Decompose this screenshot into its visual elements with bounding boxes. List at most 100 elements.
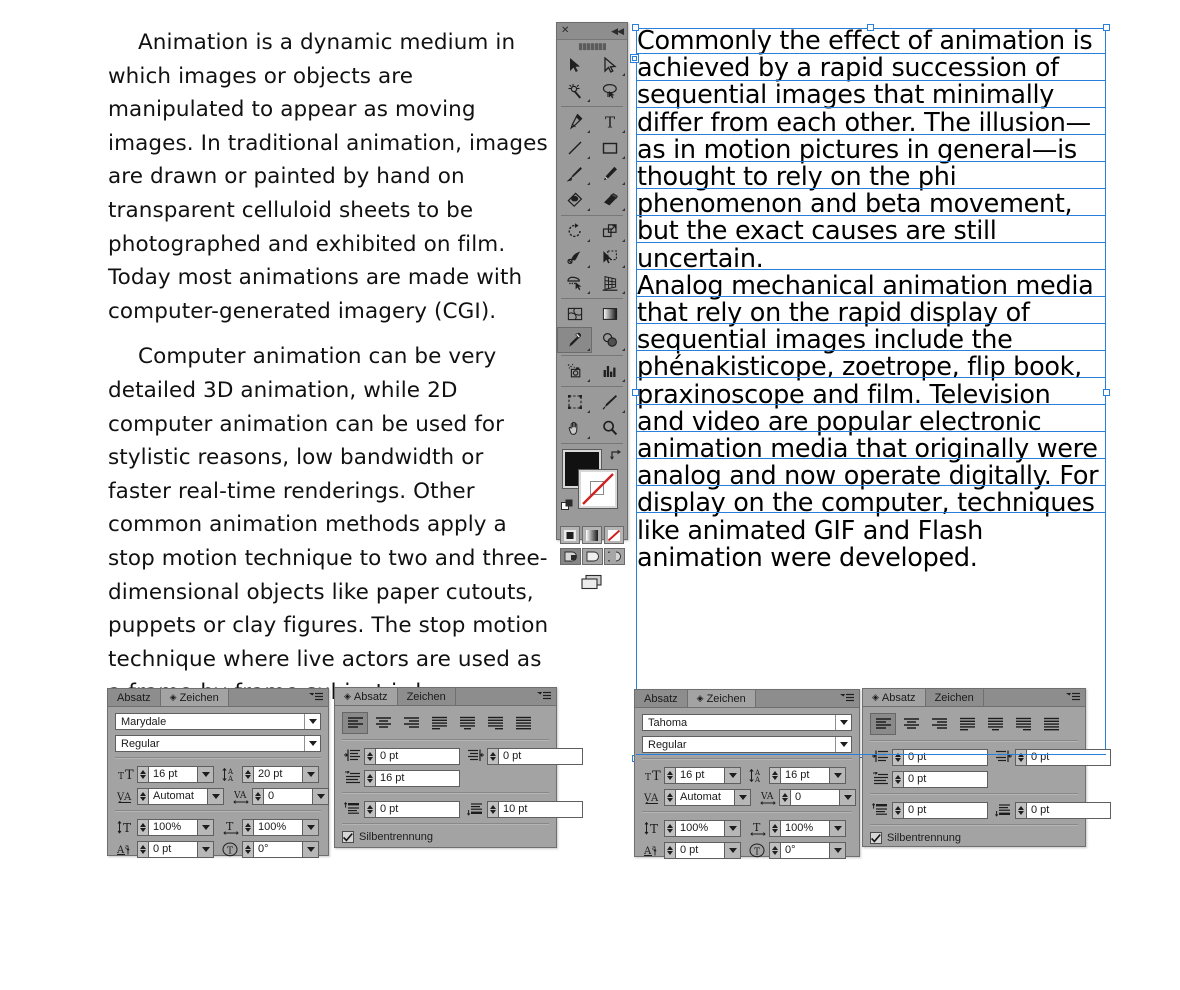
justify-all-button[interactable] bbox=[510, 712, 536, 734]
character-rotation-value[interactable]: 0° bbox=[780, 841, 830, 859]
space-row[interactable]: 0 pt 10 pt bbox=[342, 800, 583, 818]
chevron-down-icon[interactable] bbox=[304, 714, 320, 729]
paint-mode-row[interactable] bbox=[557, 526, 627, 544]
horizontal-scale-value[interactable]: 100% bbox=[780, 819, 830, 837]
panel-menu-icon[interactable] bbox=[309, 692, 323, 703]
tool-width[interactable] bbox=[557, 244, 592, 270]
indent-first-line-field[interactable]: 0 pt bbox=[870, 770, 988, 788]
horizontal-scale-field[interactable]: T 100% bbox=[220, 818, 319, 836]
tracking-value[interactable]: 0 bbox=[790, 788, 840, 806]
leading-stepper[interactable] bbox=[242, 765, 253, 783]
tool-selection[interactable] bbox=[557, 52, 592, 78]
indent-left-field[interactable]: 0 pt bbox=[870, 748, 988, 766]
size-leading-row[interactable]: T T 16 pt A A 16 pt bbox=[642, 766, 852, 784]
chevron-down-icon[interactable] bbox=[835, 715, 851, 730]
font-size-dropdown-icon[interactable] bbox=[198, 765, 214, 783]
horizontal-scale-stepper[interactable] bbox=[769, 819, 780, 837]
panel-tab-bar[interactable]: Absatz ◈ Zeichen bbox=[635, 690, 859, 708]
font-family-value[interactable]: Marydale bbox=[116, 714, 304, 729]
justify-last-left-button[interactable] bbox=[426, 712, 452, 734]
indent-right-stepper[interactable] bbox=[487, 747, 498, 765]
size-leading-row[interactable]: T T 16 pt A A 20 pt bbox=[115, 765, 321, 783]
scale-row[interactable]: T 100% T 100% bbox=[115, 818, 321, 836]
tool-hand[interactable] bbox=[557, 415, 592, 441]
space-after-field[interactable]: 10 pt bbox=[465, 800, 583, 818]
indent-row[interactable]: 0 pt 0 pt bbox=[870, 748, 1111, 766]
indent-right-field[interactable]: 0 pt bbox=[465, 747, 583, 765]
baseline-shift-dropdown-icon[interactable] bbox=[725, 841, 741, 859]
scale-row[interactable]: T 100% T 100% bbox=[642, 819, 852, 837]
space-before-field[interactable]: 0 pt bbox=[870, 801, 988, 819]
stroke-color-swatch[interactable] bbox=[579, 470, 617, 508]
default-fill-stroke-icon[interactable] bbox=[561, 499, 574, 512]
space-after-field[interactable]: 0 pt bbox=[993, 801, 1111, 819]
kerning-stepper[interactable] bbox=[137, 787, 148, 805]
tool-pen[interactable] bbox=[557, 109, 592, 135]
space-after-value[interactable]: 0 pt bbox=[1026, 801, 1111, 819]
resize-handle-middle-left[interactable] bbox=[632, 389, 639, 396]
justify-last-right-button[interactable] bbox=[482, 712, 508, 734]
hyphenation-checkbox[interactable] bbox=[870, 832, 882, 844]
justify-last-left-button[interactable] bbox=[954, 713, 980, 735]
font-family-combo[interactable]: Tahoma bbox=[642, 714, 852, 731]
character-rotation-field[interactable]: T 0° bbox=[220, 840, 319, 858]
tool-blob-brush[interactable] bbox=[557, 187, 592, 213]
font-style-combo[interactable]: Regular bbox=[642, 736, 852, 753]
tab-absatz[interactable]: ◈ Absatz bbox=[863, 689, 926, 706]
draw-mode-behind[interactable] bbox=[581, 548, 603, 565]
align-right-button[interactable] bbox=[926, 713, 952, 735]
kerning-dropdown-icon[interactable] bbox=[735, 788, 751, 806]
text-frame-content[interactable]: Commonly the effect of animation is achi… bbox=[637, 27, 1103, 572]
panel-tab-bar[interactable]: ◈ Absatz Zeichen bbox=[863, 689, 1085, 707]
tool-direct-selection[interactable] bbox=[592, 52, 627, 78]
paragraph-panel-body[interactable]: 0 pt 0 pt bbox=[863, 707, 1111, 850]
horizontal-scale-stepper[interactable] bbox=[242, 818, 253, 836]
kerning-value[interactable]: Automat bbox=[675, 788, 735, 806]
indent-right-stepper[interactable] bbox=[1015, 748, 1026, 766]
tool-grid[interactable]: T bbox=[557, 52, 627, 441]
character-panel-left[interactable]: Absatz ◈ Zeichen Marydale Regular T T 16… bbox=[107, 688, 329, 858]
tab-absatz[interactable]: ◈ Absatz bbox=[335, 688, 398, 705]
tool-blend[interactable] bbox=[592, 327, 627, 353]
tool-shape-builder[interactable] bbox=[557, 270, 592, 296]
tool-artboard[interactable] bbox=[557, 389, 592, 415]
vertical-scale-value[interactable]: 100% bbox=[675, 819, 725, 837]
indent-left-stepper[interactable] bbox=[364, 747, 375, 765]
baseline-shift-stepper[interactable] bbox=[664, 841, 675, 859]
baseline-rotation-row[interactable]: A a 0 pt T 0° bbox=[115, 840, 321, 858]
chevron-down-icon[interactable] bbox=[835, 737, 851, 752]
space-after-stepper[interactable] bbox=[487, 800, 498, 818]
tool-mesh[interactable] bbox=[557, 301, 592, 327]
horizontal-scale-value[interactable]: 100% bbox=[253, 818, 303, 836]
character-rotation-dropdown-icon[interactable] bbox=[830, 841, 846, 859]
font-size-field[interactable]: T T 16 pt bbox=[115, 765, 214, 783]
panel-tab-bar[interactable]: Absatz ◈ Zeichen bbox=[108, 689, 328, 707]
character-rotation-value[interactable]: 0° bbox=[253, 840, 303, 858]
leading-field[interactable]: A A 20 pt bbox=[220, 765, 319, 783]
horizontal-scale-dropdown-icon[interactable] bbox=[830, 819, 846, 837]
tool-perspective-grid[interactable] bbox=[592, 270, 627, 296]
tracking-value[interactable]: 0 bbox=[263, 787, 313, 805]
indent-right-field[interactable]: 0 pt bbox=[993, 748, 1111, 766]
tool-type[interactable]: T bbox=[592, 109, 627, 135]
vertical-scale-value[interactable]: 100% bbox=[148, 818, 198, 836]
baseline-rotation-row[interactable]: A a 0 pt T 0° bbox=[642, 841, 852, 859]
baseline-shift-field[interactable]: A a 0 pt bbox=[642, 841, 741, 859]
leading-value[interactable]: 16 pt bbox=[780, 766, 830, 784]
palette-gripper-icon[interactable]: ▮▮▮▮▮▮▮ bbox=[557, 40, 627, 52]
vertical-scale-stepper[interactable] bbox=[137, 818, 148, 836]
tool-line-segment[interactable] bbox=[557, 135, 592, 161]
tool-scale[interactable] bbox=[592, 218, 627, 244]
selected-text-frame[interactable]: Commonly the effect of animation is achi… bbox=[630, 24, 1110, 762]
leading-stepper[interactable] bbox=[769, 766, 780, 784]
indent-row[interactable]: 0 pt 0 pt bbox=[342, 747, 583, 765]
tracking-stepper[interactable] bbox=[252, 787, 263, 805]
vertical-scale-field[interactable]: T 100% bbox=[642, 819, 741, 837]
character-rotation-dropdown-icon[interactable] bbox=[303, 840, 319, 858]
hyphenation-row[interactable]: Silbentrennung bbox=[870, 832, 1078, 844]
resize-handle-top-left[interactable] bbox=[632, 24, 639, 31]
indent-left-field[interactable]: 0 pt bbox=[342, 747, 460, 765]
chevron-down-icon[interactable] bbox=[304, 736, 320, 751]
resize-handle-top-right[interactable] bbox=[1103, 24, 1110, 31]
align-center-button[interactable] bbox=[898, 713, 924, 735]
